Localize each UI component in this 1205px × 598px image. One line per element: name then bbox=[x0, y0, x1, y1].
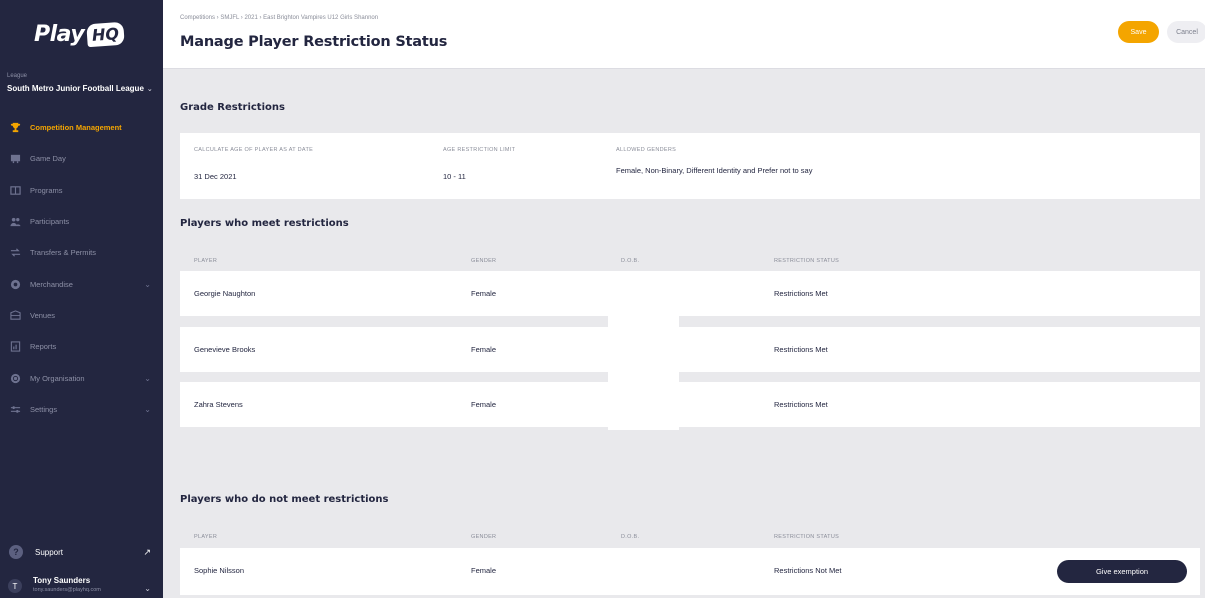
sidebar: Play HQ League South Metro Junior Footba… bbox=[0, 0, 163, 598]
sidebar-item-merchandise[interactable]: Merchandise ⌄ bbox=[0, 268, 163, 299]
player-gender: Female bbox=[471, 566, 497, 575]
sidebar-item-label: Competition Management bbox=[30, 123, 122, 133]
column-header-restriction-status: Restriction status bbox=[774, 534, 840, 540]
sidebar-item-label: Programs bbox=[30, 185, 63, 195]
playhq-logo[interactable]: Play HQ bbox=[34, 21, 125, 48]
restriction-status: Restrictions Met bbox=[774, 289, 828, 298]
not-meet-restrictions-title: Players who do not meet restrictions bbox=[180, 494, 389, 505]
league-selector[interactable]: South Metro Junior Football League ⌄ bbox=[7, 84, 153, 93]
user-name: Tony Saunders bbox=[33, 576, 91, 585]
chevron-down-icon: ⌄ bbox=[146, 86, 153, 93]
chevron-down-icon: ⌄ bbox=[144, 279, 151, 289]
venues-icon bbox=[9, 310, 21, 321]
age-limit-value: 10 - 11 bbox=[443, 172, 466, 181]
sidebar-item-reports[interactable]: Reports bbox=[0, 331, 163, 362]
reports-icon bbox=[9, 341, 21, 352]
grade-restrictions-card: Calculate age of player as at date 31 De… bbox=[180, 133, 1200, 199]
cancel-button[interactable]: Cancel bbox=[1167, 21, 1205, 43]
allowed-genders-value: Female, Non-Binary, Different Identity a… bbox=[616, 166, 813, 175]
allowed-genders-label: Allowed genders bbox=[616, 147, 677, 153]
sidebar-item-label: Reports bbox=[30, 342, 57, 352]
programs-icon bbox=[9, 185, 21, 196]
column-header-gender: Gender bbox=[471, 258, 497, 264]
column-header-restriction-status: Restriction status bbox=[774, 258, 840, 264]
page-header: Competitions › SMJFL › 2021 › East Brigh… bbox=[163, 0, 1205, 69]
help-icon: ? bbox=[9, 545, 23, 559]
sidebar-nav: Competition Management Game Day Programs… bbox=[0, 112, 163, 425]
logo-text: Play bbox=[34, 22, 85, 47]
sidebar-item-label: Game Day bbox=[30, 154, 66, 164]
column-header-player: Player bbox=[194, 534, 218, 540]
calc-age-value: 31 Dec 2021 bbox=[194, 172, 237, 181]
sidebar-item-programs[interactable]: Programs bbox=[0, 175, 163, 206]
avatar: T bbox=[8, 579, 22, 593]
table-row: Genevieve Brooks Female Restrictions Met bbox=[180, 327, 1200, 372]
transfer-icon bbox=[9, 247, 21, 258]
merchandise-icon bbox=[9, 279, 21, 290]
column-header-dob: D.O.B. bbox=[621, 258, 640, 264]
support-link[interactable]: ? Support ↗ bbox=[0, 538, 163, 566]
user-menu[interactable]: T Tony Saunders tony.saunders@playhq.com… bbox=[0, 572, 163, 598]
restriction-status: Restrictions Met bbox=[774, 400, 828, 409]
chevron-down-icon: ⌄ bbox=[144, 373, 151, 383]
chevron-down-icon: ⌄ bbox=[144, 404, 151, 414]
sidebar-item-label: Transfers & Permits bbox=[30, 248, 96, 258]
league-name: South Metro Junior Football League bbox=[7, 84, 144, 93]
restriction-status: Restrictions Not Met bbox=[774, 566, 842, 575]
sidebar-item-venues[interactable]: Venues bbox=[0, 300, 163, 331]
settings-icon bbox=[9, 404, 21, 415]
player-gender: Female bbox=[471, 289, 497, 298]
sidebar-item-my-organisation[interactable]: My Organisation ⌄ bbox=[0, 362, 163, 393]
sidebar-item-participants[interactable]: Participants bbox=[0, 206, 163, 237]
player-name: Sophie Nilsson bbox=[194, 566, 245, 575]
sidebar-item-label: Merchandise bbox=[30, 279, 73, 289]
table-row: Zahra Stevens Female Restrictions Met bbox=[180, 382, 1200, 427]
sidebar-item-label: Venues bbox=[30, 310, 56, 320]
column-header-gender: Gender bbox=[471, 534, 497, 540]
participants-icon bbox=[9, 216, 21, 227]
restriction-status: Restrictions Met bbox=[774, 345, 828, 354]
page-title: Manage Player Restriction Status bbox=[180, 34, 448, 50]
player-name: Zahra Stevens bbox=[194, 400, 243, 409]
trophy-icon bbox=[9, 122, 21, 133]
meet-restrictions-title: Players who meet restrictions bbox=[180, 218, 349, 229]
sidebar-item-game-day[interactable]: Game Day bbox=[0, 143, 163, 174]
user-email: tony.saunders@playhq.com bbox=[33, 587, 101, 593]
column-header-player: Player bbox=[194, 258, 218, 264]
calc-age-label: Calculate age of player as at date bbox=[194, 147, 314, 153]
dob-redaction bbox=[608, 285, 679, 430]
support-label: Support bbox=[35, 547, 64, 557]
sidebar-item-competition-management[interactable]: Competition Management bbox=[0, 112, 163, 143]
sidebar-item-label: Settings bbox=[30, 404, 58, 414]
player-name: Georgie Naughton bbox=[194, 289, 256, 298]
sidebar-item-label: My Organisation bbox=[30, 373, 85, 383]
organisation-icon bbox=[9, 373, 21, 384]
external-link-icon: ↗ bbox=[143, 546, 151, 557]
grade-restrictions-title: Grade Restrictions bbox=[180, 102, 285, 113]
table-row: Georgie Naughton Female Restrictions Met bbox=[180, 271, 1200, 316]
scoreboard-icon bbox=[9, 153, 21, 164]
save-button[interactable]: Save bbox=[1118, 21, 1159, 43]
breadcrumb[interactable]: Competitions › SMJFL › 2021 › East Brigh… bbox=[180, 15, 378, 21]
age-limit-label: Age restriction limit bbox=[443, 147, 516, 153]
league-label: League bbox=[7, 73, 28, 79]
sidebar-item-transfers-permits[interactable]: Transfers & Permits bbox=[0, 237, 163, 268]
column-header-dob: D.O.B. bbox=[621, 534, 640, 540]
table-row: Sophie Nilsson Female Restrictions Not M… bbox=[180, 548, 1200, 595]
logo-badge: HQ bbox=[86, 21, 125, 48]
sidebar-item-settings[interactable]: Settings ⌄ bbox=[0, 394, 163, 425]
player-gender: Female bbox=[471, 400, 497, 409]
chevron-down-icon: ⌄ bbox=[144, 584, 151, 593]
player-name: Genevieve Brooks bbox=[194, 345, 256, 354]
give-exemption-button[interactable]: Give exemption bbox=[1057, 560, 1187, 583]
sidebar-item-label: Participants bbox=[30, 217, 70, 227]
player-gender: Female bbox=[471, 345, 497, 354]
